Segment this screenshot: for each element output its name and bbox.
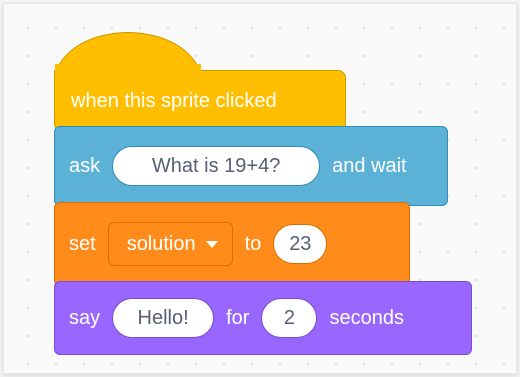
for-label: for <box>226 306 250 329</box>
ask-and-wait-block[interactable]: ask What is 19+4? and wait <box>54 126 448 206</box>
ask-label: ask <box>69 154 101 177</box>
ask-question-input[interactable]: What is 19+4? <box>112 146 321 186</box>
set-label: set <box>69 232 96 255</box>
hat-block-label: when this sprite clicked <box>71 89 277 112</box>
to-label: to <box>244 232 262 255</box>
say-for-seconds-block[interactable]: say Hello! for 2 seconds <box>54 281 472 355</box>
set-value-input[interactable]: 23 <box>273 224 328 264</box>
set-variable-block[interactable]: set solution to 23 <box>54 202 410 286</box>
variable-name: solution <box>126 232 196 255</box>
code-area: when this sprite clicked ask What is 19+… <box>4 4 516 373</box>
variable-dropdown[interactable]: solution <box>107 222 233 266</box>
say-label: say <box>69 306 101 329</box>
say-duration-input[interactable]: 2 <box>261 298 318 338</box>
dropdown-caret-icon <box>205 240 218 248</box>
say-message-input[interactable]: Hello! <box>112 298 215 338</box>
and-wait-label: and wait <box>332 154 407 177</box>
hat-block-cap-join <box>55 64 201 84</box>
seconds-label: seconds <box>329 306 404 329</box>
